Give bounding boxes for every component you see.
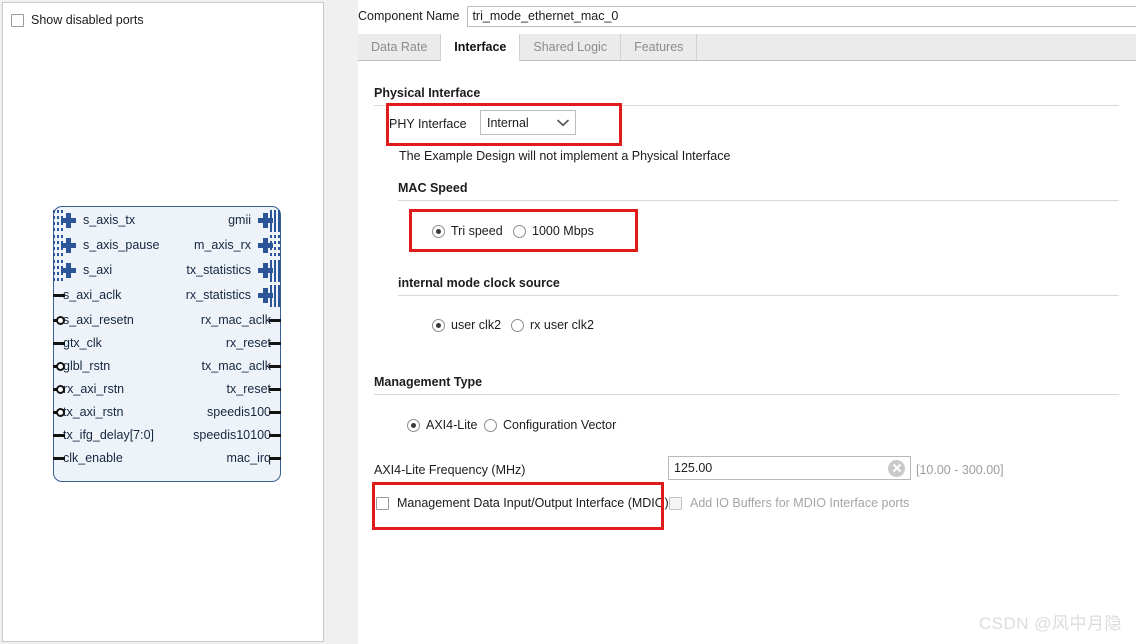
tab-bar-filler	[697, 34, 1136, 60]
physical-interface-title: Physical Interface	[374, 86, 481, 100]
port-row: rx_mac_aclk	[53, 308, 281, 333]
port-label: gmii	[228, 213, 251, 228]
management-type-rule	[374, 394, 1119, 395]
bus-connector-icon	[270, 260, 281, 282]
radio-icon[interactable]	[432, 318, 445, 332]
port-label: rx_statistics	[185, 288, 251, 303]
component-name-input[interactable]	[467, 5, 1136, 27]
component-name-label: Component Name	[358, 9, 460, 23]
tab-data-rate[interactable]: Data Rate	[358, 34, 442, 60]
configuration-panel: Component Name Data Rate Interface Share…	[358, 0, 1136, 644]
radio-label: user clk2	[451, 318, 502, 332]
port-label: tx_statistics	[186, 263, 251, 278]
show-disabled-ports-row[interactable]: Show disabled ports	[11, 13, 144, 27]
port-label: mac_irq	[226, 451, 271, 466]
tab-shared-logic[interactable]: Shared Logic	[520, 34, 622, 60]
port-row: tx_reset	[53, 377, 281, 402]
clear-icon[interactable]	[888, 459, 905, 477]
port-row: rx_statistics	[53, 283, 281, 308]
io-buffers-label: Add IO Buffers for MDIO Interface ports	[690, 496, 910, 510]
radio-label: rx user clk2	[530, 318, 594, 332]
mdio-checkbox[interactable]	[376, 496, 389, 510]
watermark: CSDN @风中月隐	[978, 614, 1122, 633]
radio-icon[interactable]	[407, 418, 420, 432]
radio-icon[interactable]	[511, 318, 524, 332]
mdio-checkbox-row[interactable]: Management Data Input/Output Interface (…	[376, 496, 669, 510]
phy-interface-dropdown[interactable]: Internal	[480, 110, 576, 135]
ip-block-diagram: s_axis_tx gmii s_axis_pause m_axis_rx s_…	[41, 203, 297, 485]
ip-symbol-panel: Show disabled ports s_axis_tx gmii s_axi…	[2, 2, 324, 642]
pin-stub-icon	[269, 388, 281, 391]
clock-source-rx-user-clk2-option[interactable]: rx user clk2	[511, 318, 594, 332]
io-buffers-checkbox-row: Add IO Buffers for MDIO Interface ports	[669, 496, 909, 510]
clock-source-user-clk2-option[interactable]: user clk2	[432, 318, 501, 332]
pin-stub-icon	[269, 365, 281, 368]
mac-speed-title: MAC Speed	[398, 181, 468, 195]
chevron-down-icon	[551, 119, 575, 127]
bus-connector-icon	[270, 235, 281, 257]
port-row: speedis10100	[53, 423, 281, 448]
physical-interface-note: The Example Design will not implement a …	[399, 149, 731, 163]
port-row: speedis100	[53, 400, 281, 425]
axi4lite-frequency-field[interactable]	[668, 456, 911, 480]
bus-connector-icon	[270, 210, 281, 232]
axi4lite-frequency-input[interactable]	[669, 460, 888, 476]
port-row: tx_statistics	[53, 258, 281, 283]
pin-stub-icon	[269, 411, 281, 414]
axi4lite-frequency-range: [10.00 - 300.00]	[916, 463, 1004, 477]
port-row: gmii	[53, 208, 281, 233]
management-type-title: Management Type	[374, 375, 483, 389]
application-window: Show disabled ports s_axis_tx gmii s_axi…	[0, 0, 1136, 644]
radio-icon[interactable]	[513, 224, 526, 238]
show-disabled-ports-checkbox[interactable]	[11, 13, 24, 27]
radio-label: Tri speed	[451, 224, 503, 238]
component-name-row: Component Name	[358, 5, 1136, 27]
pin-stub-icon	[269, 457, 281, 460]
phy-interface-value: Internal	[487, 115, 529, 130]
tab-bar: Data Rate Interface Shared Logic Feature…	[358, 34, 1136, 61]
io-buffers-checkbox	[669, 496, 682, 510]
mdio-label: Management Data Input/Output Interface (…	[397, 496, 669, 510]
radio-label: Configuration Vector	[503, 418, 617, 432]
management-type-config-vector-option[interactable]: Configuration Vector	[484, 418, 616, 432]
mac-speed-1000mbps-option[interactable]: 1000 Mbps	[513, 224, 594, 238]
radio-icon[interactable]	[484, 418, 497, 432]
bus-connector-icon	[270, 285, 281, 307]
port-row: m_axis_rx	[53, 233, 281, 258]
mac-speed-rule	[398, 200, 1119, 201]
physical-interface-rule	[374, 105, 1119, 106]
port-label: tx_mac_aclk	[201, 359, 271, 374]
show-disabled-ports-label: Show disabled ports	[31, 13, 144, 27]
clock-source-title: internal mode clock source	[398, 276, 560, 290]
clock-source-rule	[398, 295, 1119, 296]
port-label: rx_reset	[225, 336, 271, 351]
pin-stub-icon	[269, 319, 281, 322]
port-row: tx_mac_aclk	[53, 354, 281, 379]
port-label: tx_reset	[226, 382, 271, 397]
port-label: m_axis_rx	[194, 238, 251, 253]
radio-icon[interactable]	[432, 224, 445, 238]
pin-stub-icon	[269, 434, 281, 437]
phy-interface-label: PHY Interface	[389, 117, 467, 131]
port-label: speedis100	[207, 405, 271, 420]
pin-stub-icon	[269, 342, 281, 345]
port-label: rx_mac_aclk	[200, 313, 271, 328]
mac-speed-tri-speed-option[interactable]: Tri speed	[432, 224, 503, 238]
interface-tab-content: Physical Interface PHY Interface Interna…	[358, 61, 1136, 644]
radio-label: 1000 Mbps	[532, 224, 594, 238]
tab-features[interactable]: Features	[621, 34, 698, 60]
management-type-axi4lite-option[interactable]: AXI4-Lite	[407, 418, 477, 432]
tab-interface[interactable]: Interface	[441, 34, 521, 61]
port-row: mac_irq	[53, 446, 281, 471]
port-label: speedis10100	[193, 428, 271, 443]
port-row: rx_reset	[53, 331, 281, 356]
radio-label: AXI4-Lite	[426, 418, 478, 432]
axi4lite-frequency-label: AXI4-Lite Frequency (MHz)	[374, 463, 526, 477]
